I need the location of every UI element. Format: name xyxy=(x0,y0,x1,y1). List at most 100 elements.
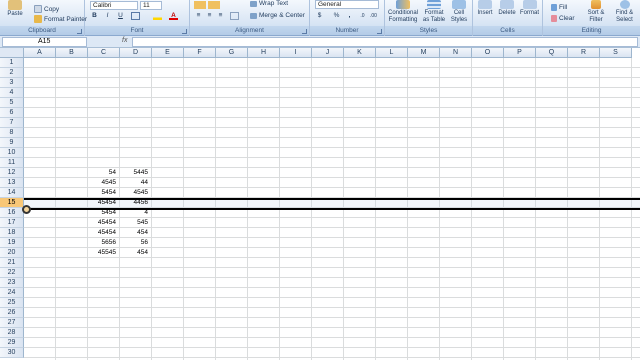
find-select-button[interactable]: Find & Select xyxy=(611,0,638,23)
cell-c12[interactable]: 54 xyxy=(88,168,118,178)
row-header-1[interactable]: 1 xyxy=(0,58,24,68)
cell-d17[interactable]: 545 xyxy=(120,218,150,228)
column-header-s[interactable]: S xyxy=(600,48,632,58)
name-box[interactable]: A15 xyxy=(2,37,87,47)
row-header-25[interactable]: 25 xyxy=(0,298,24,308)
row-header-17[interactable]: 17 xyxy=(0,218,24,228)
row-header-8[interactable]: 8 xyxy=(0,128,24,138)
cell-c15[interactable]: 45454 xyxy=(88,198,118,208)
fill-color-icon[interactable] xyxy=(153,12,162,20)
cell-c14[interactable]: 5454 xyxy=(88,188,118,198)
row-header-23[interactable]: 23 xyxy=(0,278,24,288)
row-header-10[interactable]: 10 xyxy=(0,148,24,158)
row-header-19[interactable]: 19 xyxy=(0,238,24,248)
column-header-e[interactable]: E xyxy=(152,48,184,58)
column-header-n[interactable]: N xyxy=(440,48,472,58)
column-header-l[interactable]: L xyxy=(376,48,408,58)
orientation-icon[interactable] xyxy=(194,1,206,9)
number-format-box[interactable]: General xyxy=(315,0,379,9)
format-painter-button[interactable]: Format Painter xyxy=(34,15,87,23)
column-header-j[interactable]: J xyxy=(312,48,344,58)
row-header-5[interactable]: 5 xyxy=(0,98,24,108)
select-all-button[interactable] xyxy=(0,48,24,58)
row-header-20[interactable]: 20 xyxy=(0,248,24,258)
format-button[interactable]: Format xyxy=(518,0,541,17)
row-header-14[interactable]: 14 xyxy=(0,188,24,198)
copy-button[interactable]: Copy xyxy=(34,5,59,13)
column-header-m[interactable]: M xyxy=(408,48,440,58)
column-header-o[interactable]: O xyxy=(472,48,504,58)
column-header-i[interactable]: I xyxy=(280,48,312,58)
font-size-box[interactable]: 11 xyxy=(140,1,162,10)
column-header-a[interactable]: A xyxy=(24,48,56,58)
currency-button[interactable]: $ xyxy=(315,12,324,20)
cell-d18[interactable]: 454 xyxy=(120,228,150,238)
alignment-launcher-icon[interactable] xyxy=(302,29,307,34)
row-header-26[interactable]: 26 xyxy=(0,308,24,318)
column-header-g[interactable]: G xyxy=(216,48,248,58)
cell-d16[interactable]: 4 xyxy=(120,208,150,218)
cell-styles-button[interactable]: Cell Styles xyxy=(447,0,471,23)
row-header-7[interactable]: 7 xyxy=(0,118,24,128)
column-header-h[interactable]: H xyxy=(248,48,280,58)
borders-icon[interactable] xyxy=(131,12,140,20)
row-header-12[interactable]: 12 xyxy=(0,168,24,178)
cell-d13[interactable]: 44 xyxy=(120,178,150,188)
cell-d15[interactable]: 4456 xyxy=(120,198,150,208)
row-header-24[interactable]: 24 xyxy=(0,288,24,298)
conditional-formatting-button[interactable]: Conditional Formatting xyxy=(386,0,420,23)
row-header-4[interactable]: 4 xyxy=(0,88,24,98)
percent-button[interactable]: % xyxy=(332,12,341,20)
row-header-22[interactable]: 22 xyxy=(0,268,24,278)
comma-button[interactable]: , xyxy=(345,12,354,20)
row-header-6[interactable]: 6 xyxy=(0,108,24,118)
paste-button[interactable]: Paste xyxy=(2,0,28,18)
decrease-indent-icon[interactable] xyxy=(230,12,239,20)
row-header-13[interactable]: 13 xyxy=(0,178,24,188)
row-header-11[interactable]: 11 xyxy=(0,158,24,168)
row-header-15[interactable]: 15 xyxy=(0,198,24,208)
fill-button[interactable]: Fill xyxy=(551,4,567,11)
row-header-30[interactable]: 30 xyxy=(0,348,24,358)
cell-c16[interactable]: 5454 xyxy=(88,208,118,218)
row-header-28[interactable]: 28 xyxy=(0,328,24,338)
cell-c18[interactable]: 45454 xyxy=(88,228,118,238)
column-header-q[interactable]: Q xyxy=(536,48,568,58)
wrap-text-button[interactable]: Wrap Text xyxy=(250,0,288,7)
row-header-29[interactable]: 29 xyxy=(0,338,24,348)
row-header-18[interactable]: 18 xyxy=(0,228,24,238)
column-header-d[interactable]: D xyxy=(120,48,152,58)
align-right-icon[interactable]: ≡ xyxy=(216,12,225,20)
clear-button[interactable]: Clear xyxy=(551,15,575,22)
delete-button[interactable]: Delete xyxy=(496,0,518,17)
column-header-p[interactable]: P xyxy=(504,48,536,58)
align-left-icon[interactable]: ≡ xyxy=(194,12,203,20)
row-header-21[interactable]: 21 xyxy=(0,258,24,268)
formula-input[interactable] xyxy=(132,37,638,47)
cell-c19[interactable]: 5656 xyxy=(88,238,118,248)
cell-d14[interactable]: 4545 xyxy=(120,188,150,198)
sort-filter-button[interactable]: Sort & Filter xyxy=(583,0,609,23)
italic-button[interactable]: I xyxy=(103,12,112,20)
merge-center-button[interactable]: Merge & Center xyxy=(250,12,305,19)
number-launcher-icon[interactable] xyxy=(377,29,382,34)
row-header-16[interactable]: 16 xyxy=(0,208,24,218)
align-center-icon[interactable]: ≡ xyxy=(205,12,214,20)
bold-button[interactable]: B xyxy=(90,12,99,20)
font-launcher-icon[interactable] xyxy=(182,29,187,34)
row-header-3[interactable]: 3 xyxy=(0,78,24,88)
format-as-table-button[interactable]: Format as Table xyxy=(421,0,447,23)
cell-d19[interactable]: 56 xyxy=(120,238,150,248)
indent-icon[interactable] xyxy=(208,1,220,9)
column-header-c[interactable]: C xyxy=(88,48,120,58)
cell-c20[interactable]: 45545 xyxy=(88,248,118,258)
increase-decimal-icon[interactable]: .0 xyxy=(358,12,367,20)
clipboard-launcher-icon[interactable] xyxy=(77,29,82,34)
cell-d20[interactable]: 454 xyxy=(120,248,150,258)
insert-button[interactable]: Insert xyxy=(474,0,496,17)
column-header-r[interactable]: R xyxy=(568,48,600,58)
decrease-decimal-icon[interactable]: .00 xyxy=(369,12,378,20)
font-name-box[interactable]: Calibri xyxy=(90,1,138,10)
cell-c17[interactable]: 45454 xyxy=(88,218,118,228)
column-header-k[interactable]: K xyxy=(344,48,376,58)
